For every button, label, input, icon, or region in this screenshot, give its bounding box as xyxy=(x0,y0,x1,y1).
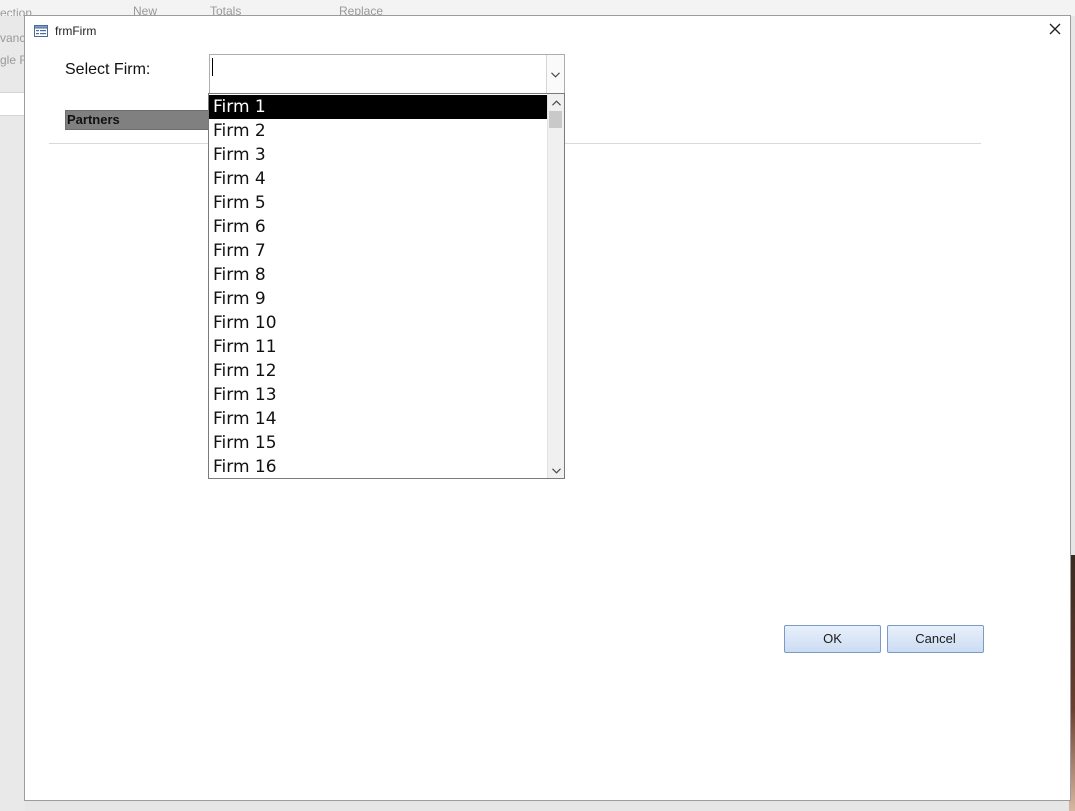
chevron-down-icon xyxy=(551,65,560,83)
background-field xyxy=(0,92,25,116)
dropdown-items: Firm 1 Firm 2 Firm 3 Firm 4 Firm 5 Firm 6 Firm… xyxy=(209,95,548,478)
dropdown-item[interactable]: Firm 8 xyxy=(209,263,548,287)
close-button[interactable] xyxy=(1040,16,1070,46)
dropdown-item[interactable]: Firm 15 xyxy=(209,431,548,455)
dropdown-scrollbar[interactable] xyxy=(547,94,564,478)
select-firm-label: Select Firm: xyxy=(65,61,151,78)
dropdown-item[interactable]: Firm 7 xyxy=(209,239,548,263)
form-icon xyxy=(34,24,48,37)
dropdown-item[interactable]: Firm 5 xyxy=(209,191,548,215)
partners-label: Partners xyxy=(65,110,215,130)
scroll-down-button[interactable] xyxy=(548,462,564,478)
dropdown-item[interactable]: Firm 9 xyxy=(209,287,548,311)
dropdown-item[interactable]: Firm 13 xyxy=(209,383,548,407)
side-item-toggle-filter: gle F xyxy=(0,53,27,67)
side-item-advanced: vanc xyxy=(0,31,26,45)
scroll-thumb[interactable] xyxy=(549,111,562,128)
dropdown-item[interactable]: Firm 3 xyxy=(209,143,548,167)
scroll-up-button[interactable] xyxy=(548,94,564,110)
cancel-button[interactable]: Cancel xyxy=(887,625,984,653)
ok-button[interactable]: OK xyxy=(784,625,881,653)
chevron-up-icon xyxy=(551,94,561,111)
dropdown-item[interactable]: Firm 16 xyxy=(209,455,548,478)
dropdown-item[interactable]: Firm 2 xyxy=(209,119,548,143)
dropdown-item[interactable]: Firm 4 xyxy=(209,167,548,191)
dropdown-item[interactable]: Firm 6 xyxy=(209,215,548,239)
title-bar: frmFirm xyxy=(25,16,1070,46)
close-icon xyxy=(1049,22,1061,40)
combo-dropdown-button[interactable] xyxy=(546,55,564,93)
dropdown-item[interactable]: Firm 11 xyxy=(209,335,548,359)
firm-dropdown-list[interactable]: Firm 1 Firm 2 Firm 3 Firm 4 Firm 5 Firm 6 Firm… xyxy=(208,93,565,479)
dropdown-item[interactable]: Firm 12 xyxy=(209,359,548,383)
dialog-window: frmFirm Select Firm: Partners Firm 1 Firm… xyxy=(24,15,1071,801)
chevron-down-icon xyxy=(551,461,561,478)
firm-combo-box[interactable] xyxy=(209,54,565,94)
dropdown-item[interactable]: Firm 14 xyxy=(209,407,548,431)
window-title: frmFirm xyxy=(55,24,97,38)
background-ribbon: ection New Totals Replace xyxy=(0,0,1075,20)
dropdown-item[interactable]: Firm 10 xyxy=(209,311,548,335)
text-caret xyxy=(212,58,213,76)
background-sidebar: vanc gle F xyxy=(0,16,27,811)
dropdown-item[interactable]: Firm 1 xyxy=(209,95,548,119)
